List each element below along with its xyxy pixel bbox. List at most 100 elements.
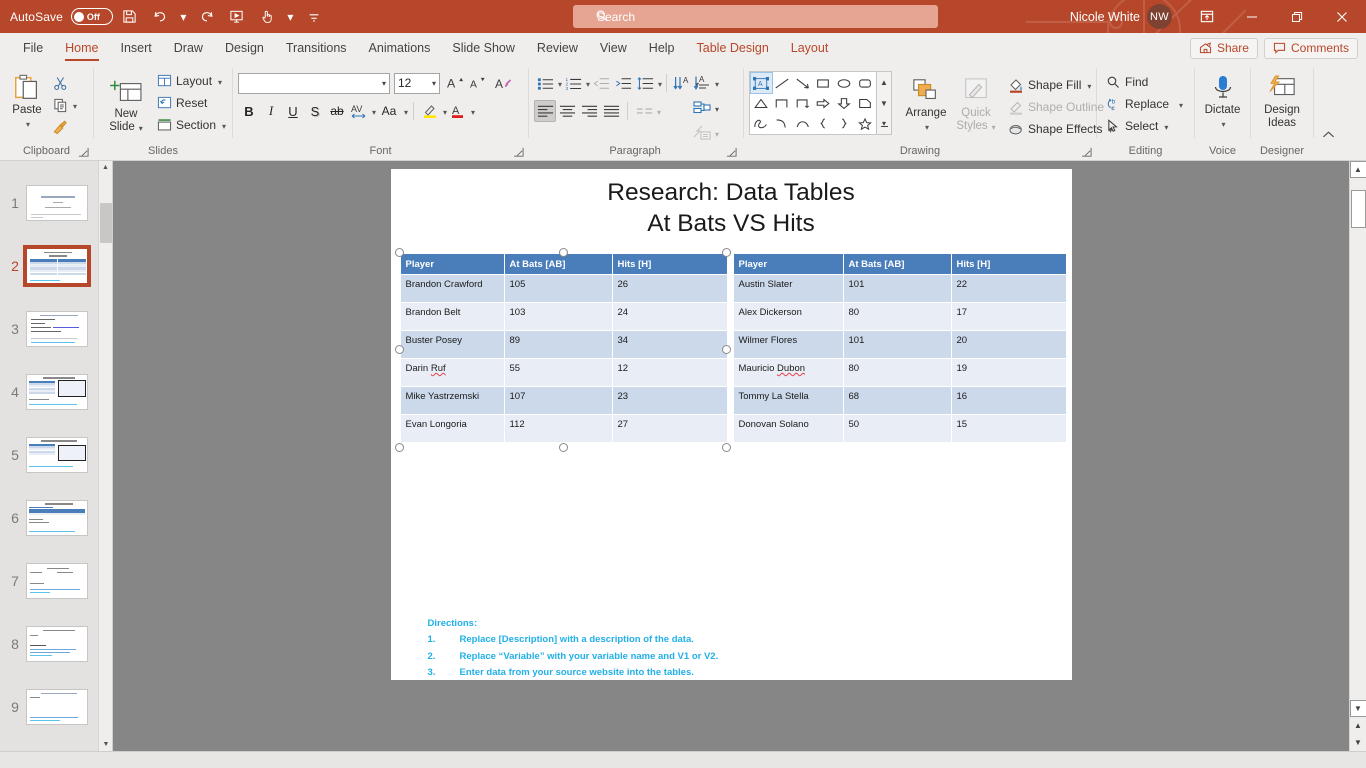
cell-at-bats[interactable]: 112 bbox=[503, 414, 613, 443]
cell-player[interactable]: Brandon Crawford bbox=[399, 274, 505, 303]
slide-thumbnail-pane[interactable]: 1 2 3 4 5 6 7 8 9 ▲ ▼ bbox=[0, 161, 113, 751]
thumbnail-scrollbar[interactable]: ▲ ▼ bbox=[98, 161, 112, 751]
cell-player[interactable]: Darin Ruf bbox=[399, 358, 505, 387]
shape-text-box[interactable]: A bbox=[750, 72, 773, 94]
close-button[interactable] bbox=[1319, 0, 1364, 33]
align-text-button[interactable]: A ▾ bbox=[691, 72, 719, 94]
shape-right-arrow[interactable] bbox=[813, 93, 834, 113]
scroll-down-icon[interactable]: ▼ bbox=[1349, 700, 1366, 717]
column-header-player[interactable]: Player bbox=[399, 253, 505, 275]
cell-hits[interactable]: 17 bbox=[950, 302, 1067, 331]
scrollbar-thumb[interactable] bbox=[1350, 190, 1366, 228]
character-spacing-dropdown-icon[interactable]: ▾ bbox=[372, 108, 376, 117]
shapes-more-icon[interactable]: ▾ bbox=[877, 113, 891, 134]
collapse-ribbon-button[interactable] bbox=[1314, 63, 1342, 160]
arrange-dropdown-icon[interactable]: ▾ bbox=[925, 121, 929, 134]
shape-flowchart-document[interactable] bbox=[854, 93, 875, 113]
selection-handle-middle-left[interactable] bbox=[394, 345, 404, 354]
shape-oval[interactable] bbox=[834, 73, 855, 93]
shape-left-brace[interactable] bbox=[813, 113, 834, 133]
tab-help[interactable]: Help bbox=[638, 33, 686, 63]
column-header-hits[interactable]: Hits [H] bbox=[611, 253, 728, 275]
cell-at-bats[interactable]: 101 bbox=[842, 330, 952, 359]
thumbnail-scroll-down-icon[interactable]: ▼ bbox=[99, 738, 112, 751]
shape-fill-dropdown-icon[interactable]: ▾ bbox=[1087, 82, 1091, 91]
notes-pane[interactable]: Click to add notes bbox=[0, 751, 1366, 768]
cell-hits[interactable]: 34 bbox=[611, 330, 728, 359]
slide-thumbnail-6[interactable]: 6 bbox=[0, 486, 98, 549]
tab-draw[interactable]: Draw bbox=[163, 33, 214, 63]
new-slide-button[interactable]: New Slide ▾ bbox=[99, 68, 153, 134]
cell-player[interactable]: Tommy La Stella bbox=[732, 386, 844, 415]
shape-star[interactable] bbox=[854, 113, 875, 133]
table-right[interactable]: Player At Bats [AB] Hits [H] Austin Slat… bbox=[732, 253, 1067, 443]
cell-hits[interactable]: 22 bbox=[950, 274, 1067, 303]
table-row[interactable]: Austin Slater 101 22 bbox=[732, 274, 1067, 303]
selection-handle-top-left[interactable] bbox=[394, 248, 404, 257]
cell-at-bats[interactable]: 80 bbox=[842, 358, 952, 387]
shape-curve[interactable] bbox=[772, 113, 793, 133]
quick-styles-button[interactable]: Quick Styles ▾ bbox=[954, 71, 998, 133]
font-color-button[interactable]: A ▾ bbox=[447, 100, 475, 122]
arrange-button[interactable]: Arrange ▾ bbox=[904, 71, 948, 133]
change-case-button[interactable]: Aa ▾ bbox=[376, 100, 408, 122]
selection-handle-top-center[interactable] bbox=[558, 248, 568, 257]
shape-line[interactable] bbox=[772, 73, 793, 93]
cell-hits[interactable]: 24 bbox=[611, 302, 728, 331]
decrease-indent-button[interactable] bbox=[590, 72, 612, 94]
align-left-button[interactable] bbox=[534, 100, 556, 122]
text-highlight-dropdown-icon[interactable]: ▾ bbox=[443, 108, 447, 117]
tab-insert[interactable]: Insert bbox=[110, 33, 163, 63]
undo-dropdown-icon[interactable]: ▾ bbox=[177, 4, 190, 30]
select-dropdown-icon[interactable]: ▾ bbox=[1164, 123, 1168, 132]
table-left[interactable]: Player At Bats [AB] Hits [H] Brandon Cra… bbox=[394, 248, 731, 452]
shape-right-brace[interactable] bbox=[834, 113, 855, 133]
copy-dropdown-icon[interactable]: ▾ bbox=[73, 102, 77, 111]
clear-formatting-button[interactable]: A bbox=[493, 72, 515, 94]
comments-button[interactable]: Comments bbox=[1263, 37, 1358, 59]
shape-triangle[interactable] bbox=[751, 93, 772, 113]
ribbon-display-options-icon[interactable] bbox=[1184, 0, 1229, 33]
align-right-button[interactable] bbox=[578, 100, 600, 122]
new-slide-dropdown-icon[interactable]: ▾ bbox=[139, 122, 143, 135]
save-icon[interactable] bbox=[117, 4, 143, 30]
shape-elbow-connector[interactable] bbox=[772, 93, 793, 113]
shapes-scroll-down-icon[interactable]: ▼ bbox=[877, 93, 891, 114]
align-text-dropdown-icon[interactable]: ▾ bbox=[715, 80, 719, 89]
directions-text-box[interactable]: Directions: 1. Replace [Description] wit… bbox=[428, 616, 719, 682]
smartart-dropdown-icon[interactable]: ▾ bbox=[715, 105, 719, 114]
data-table-right[interactable]: Player At Bats [AB] Hits [H] Austin Slat… bbox=[732, 253, 1067, 443]
slide-vertical-scrollbar[interactable]: ▲ ▼ ▲ ▼ bbox=[1349, 161, 1366, 751]
font-size-dropdown-icon[interactable]: ▾ bbox=[432, 79, 436, 88]
table-row[interactable]: Buster Posey 89 34 bbox=[399, 330, 728, 359]
cell-player[interactable]: Alex Dickerson bbox=[732, 302, 844, 331]
cell-player[interactable]: Evan Longoria bbox=[399, 414, 505, 443]
tab-file[interactable]: File bbox=[12, 33, 54, 63]
table-row[interactable]: Mauricio Dubon 80 19 bbox=[732, 358, 1067, 387]
table-row[interactable]: Brandon Belt 103 24 bbox=[399, 302, 728, 331]
selection-handle-bottom-center[interactable] bbox=[558, 443, 568, 452]
cell-at-bats[interactable]: 55 bbox=[503, 358, 613, 387]
tab-slide-show[interactable]: Slide Show bbox=[441, 33, 526, 63]
find-button[interactable]: Find bbox=[1102, 71, 1152, 93]
font-color-dropdown-icon[interactable]: ▾ bbox=[471, 108, 475, 117]
cell-player[interactable]: Wilmer Flores bbox=[732, 330, 844, 359]
increase-indent-button[interactable] bbox=[612, 72, 634, 94]
format-painter-button[interactable] bbox=[49, 116, 71, 138]
next-slide-icon[interactable]: ▼ bbox=[1350, 734, 1366, 751]
slide-thumbnail-5[interactable]: 5 bbox=[0, 423, 98, 486]
design-ideas-button[interactable]: Design Ideas bbox=[1260, 68, 1304, 130]
touch-mode-dropdown-icon[interactable]: ▾ bbox=[284, 4, 297, 30]
shapes-grid[interactable]: A bbox=[749, 71, 877, 135]
cell-at-bats[interactable]: 101 bbox=[842, 274, 952, 303]
table-row[interactable]: Evan Longoria 112 27 bbox=[399, 414, 728, 443]
tab-view[interactable]: View bbox=[589, 33, 638, 63]
clipboard-dialog-launcher[interactable] bbox=[77, 147, 89, 159]
redo-icon[interactable] bbox=[194, 4, 220, 30]
convert-to-smartart-button[interactable]: ▾ bbox=[691, 122, 719, 144]
cell-player[interactable]: Buster Posey bbox=[399, 330, 505, 359]
bullets-button[interactable] bbox=[534, 72, 556, 94]
shape-scribble[interactable] bbox=[751, 113, 772, 133]
bold-button[interactable]: B bbox=[238, 100, 260, 122]
quick-styles-dropdown-icon[interactable]: ▾ bbox=[992, 121, 996, 134]
